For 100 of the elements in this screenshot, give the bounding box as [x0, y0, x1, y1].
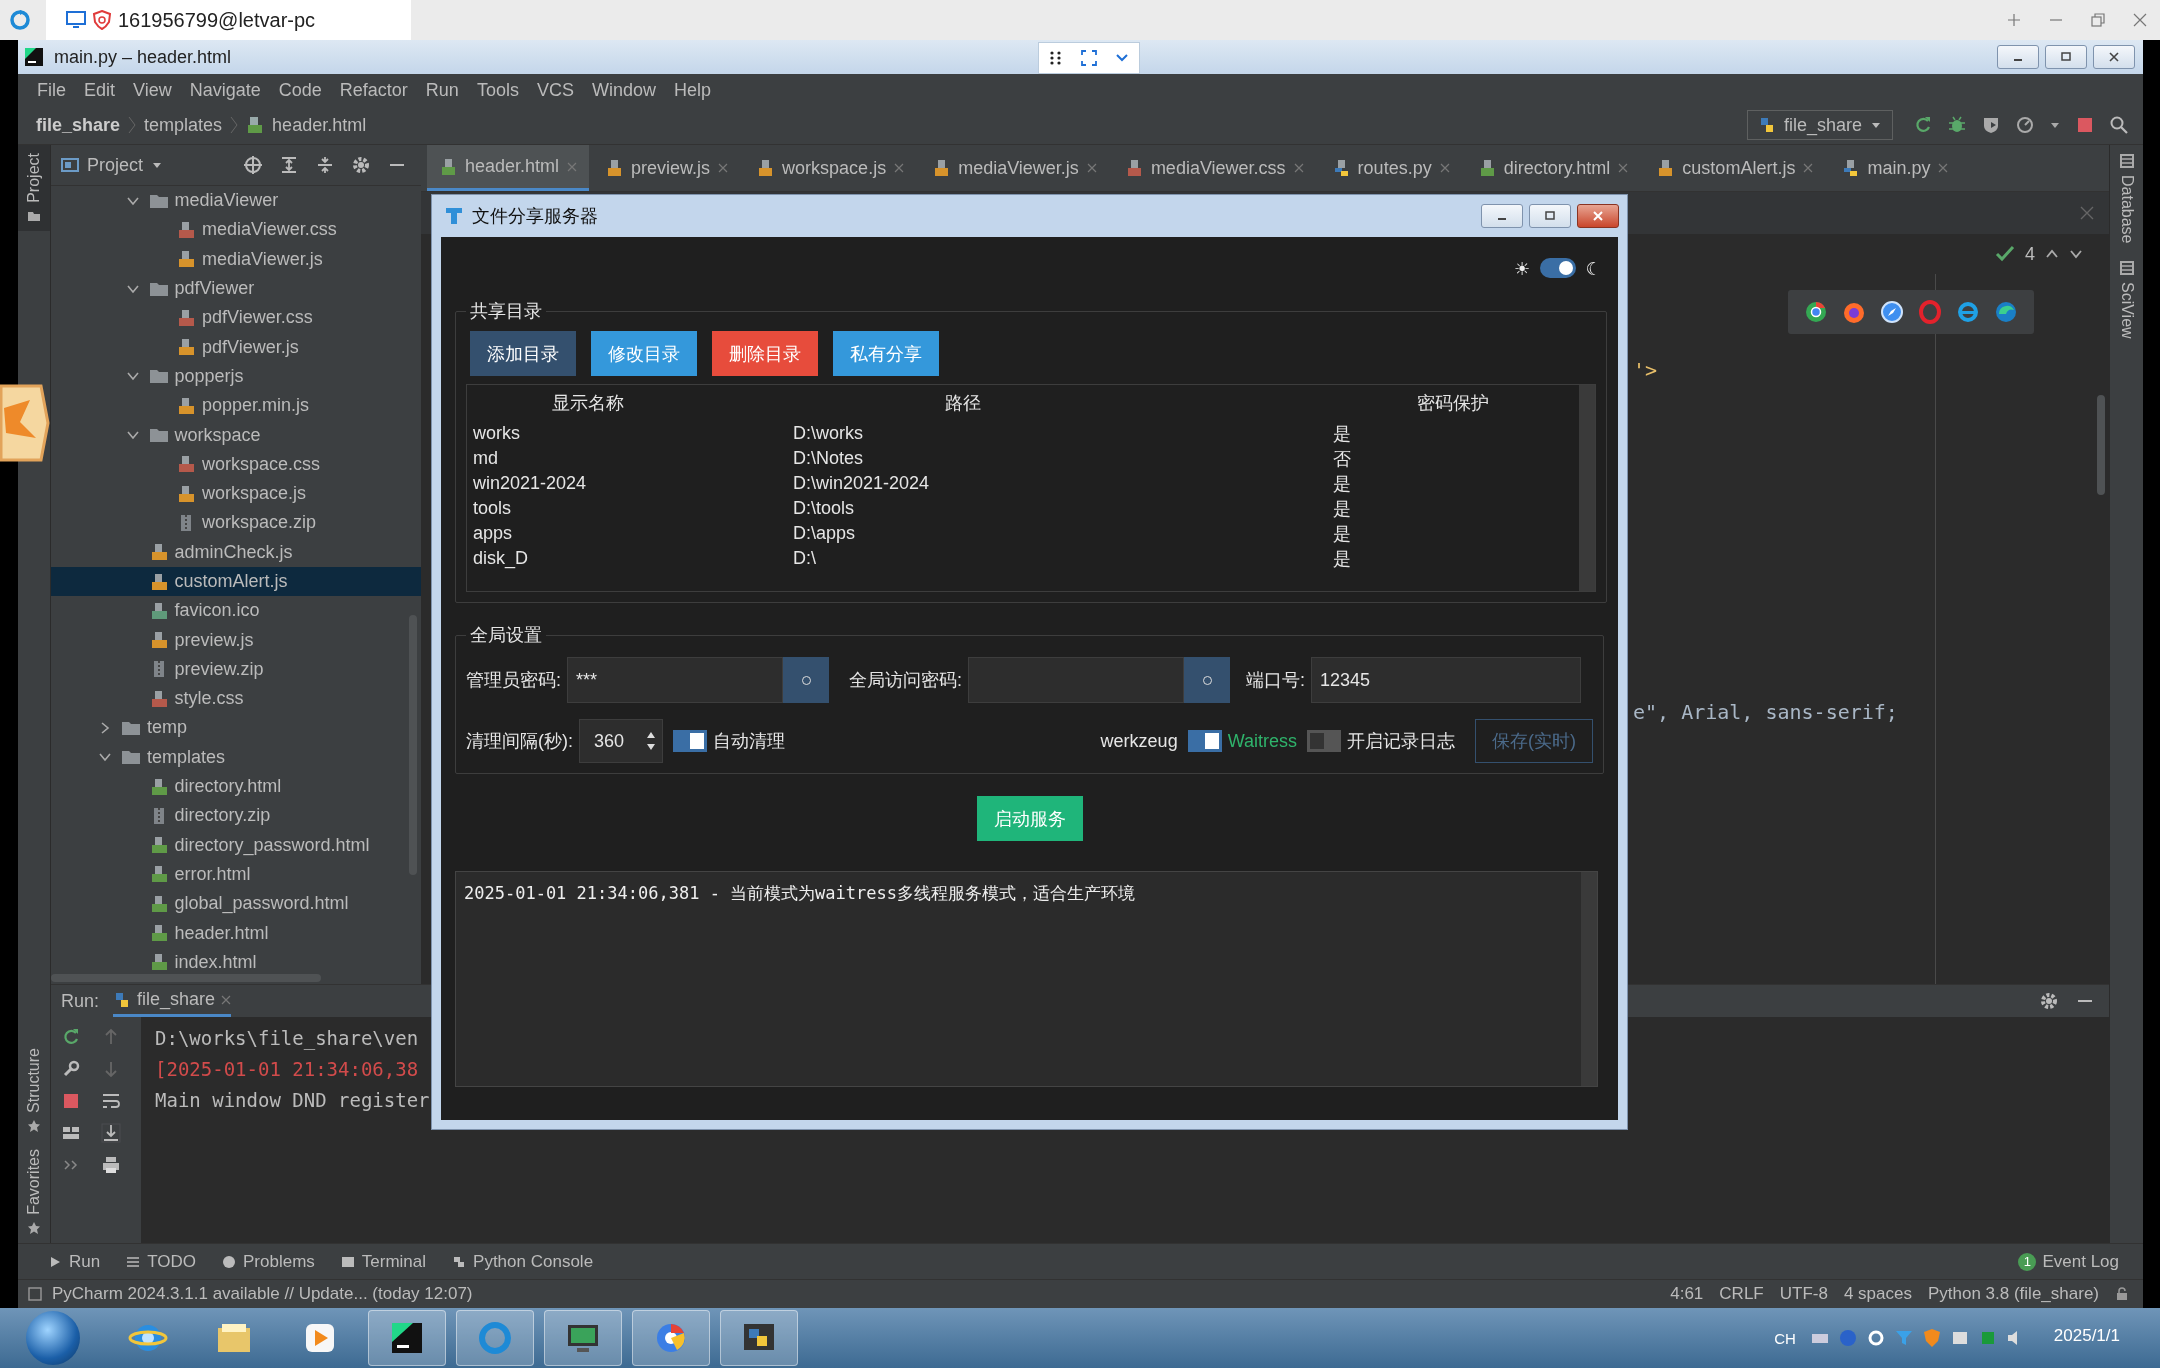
- tree-item[interactable]: workspace.css: [51, 449, 421, 479]
- editor-tab[interactable]: directory.html: [1465, 145, 1641, 191]
- theme-switch[interactable]: [1539, 258, 1576, 278]
- tree-item[interactable]: error.html: [51, 859, 421, 890]
- browser-taskbar-icon[interactable]: [632, 1310, 710, 1366]
- close-icon[interactable]: [1938, 163, 1949, 173]
- table-row[interactable]: works D:\works 是: [473, 421, 1573, 446]
- status-item[interactable]: Python 3.8 (file_share): [1927, 1284, 2099, 1304]
- action-button[interactable]: 删除目录: [712, 331, 818, 376]
- password-field[interactable]: ***: [567, 657, 783, 703]
- stop-icon[interactable]: [61, 1091, 81, 1111]
- show-password-button[interactable]: [1184, 657, 1231, 703]
- tree-item[interactable]: directory.zip: [51, 801, 421, 831]
- tree-item[interactable]: workspace: [51, 420, 421, 450]
- editor-tab[interactable]: mediaViewer.css: [1112, 145, 1316, 191]
- event-log-button[interactable]: Event Log: [2042, 1251, 2119, 1272]
- close-icon[interactable]: [2132, 12, 2148, 28]
- close-icon[interactable]: [1086, 163, 1097, 173]
- panel-title-dropdown[interactable]: Project: [61, 154, 164, 176]
- tool-window-button[interactable]: Terminal: [340, 1251, 427, 1272]
- fullscreen-icon[interactable]: [1081, 50, 1097, 66]
- scrollbar[interactable]: [51, 974, 321, 982]
- inspection-count[interactable]: 4: [2025, 243, 2035, 265]
- breadcrumb-item[interactable]: file_share: [36, 114, 121, 136]
- tool-window-tab[interactable]: Favorites: [18, 1141, 50, 1243]
- bug-icon[interactable]: [1947, 115, 1967, 135]
- tree-item[interactable]: pdfViewer: [51, 273, 421, 304]
- close-icon[interactable]: [1618, 163, 1629, 173]
- tree-item[interactable]: mediaViewer.js: [51, 244, 421, 274]
- crosshair-icon[interactable]: [243, 155, 263, 175]
- tree-item[interactable]: customAlert.js: [51, 566, 421, 597]
- clock-date[interactable]: 2025/1/1: [2053, 1326, 2120, 1346]
- tool-window-tab[interactable]: SciView: [2110, 251, 2143, 347]
- chevron-icon[interactable]: [126, 370, 139, 383]
- tool-window-button[interactable]: Run: [48, 1251, 101, 1272]
- tool-window-button[interactable]: Problems: [222, 1251, 315, 1272]
- close-icon[interactable]: [2079, 205, 2095, 221]
- editor-tab[interactable]: header.html: [427, 145, 590, 191]
- run-config-dropdown[interactable]: file_share: [1746, 110, 1893, 140]
- wrench-icon[interactable]: [61, 1059, 81, 1079]
- breadcrumb-item[interactable]: templates: [144, 114, 223, 136]
- minimize-button[interactable]: [1997, 45, 2039, 69]
- wrap-icon[interactable]: [101, 1091, 121, 1111]
- tree-item[interactable]: popperjs: [51, 361, 421, 392]
- browser-icon[interactable]: [1994, 300, 2018, 324]
- tree-item[interactable]: style.css: [51, 684, 421, 714]
- chevron-icon[interactable]: [99, 751, 111, 764]
- compass-icon[interactable]: [1880, 300, 1904, 324]
- tool-window-tab[interactable]: Structure: [18, 1040, 50, 1142]
- sync-icon[interactable]: [8, 8, 32, 32]
- tree-item[interactable]: directory.html: [51, 771, 421, 802]
- scroll-to-end-icon[interactable]: [101, 1123, 121, 1143]
- status-item[interactable]: UTF-8: [1779, 1284, 1828, 1304]
- editor-tab[interactable]: customAlert.js: [1644, 145, 1826, 191]
- menu-item[interactable]: Code: [269, 79, 331, 101]
- restore-icon[interactable]: [2090, 12, 2106, 28]
- editor-tab[interactable]: mediaViewer.js: [920, 145, 1109, 191]
- tree-item[interactable]: index.html: [51, 947, 421, 977]
- toggle-switch[interactable]: [673, 730, 707, 752]
- maximize-button[interactable]: [2045, 45, 2087, 69]
- tree-item[interactable]: mediaViewer: [51, 186, 421, 216]
- monitor-taskbar-icon[interactable]: [544, 1310, 622, 1366]
- chevron-icon[interactable]: [99, 722, 111, 734]
- start-button[interactable]: [26, 1311, 80, 1365]
- tree-item[interactable]: pdfViewer.js: [51, 332, 421, 362]
- menu-item[interactable]: Navigate: [180, 79, 270, 101]
- tree-item[interactable]: global_password.html: [51, 889, 421, 919]
- editor-tab[interactable]: preview.js: [593, 145, 741, 191]
- status-item[interactable]: 4:61: [1670, 1284, 1704, 1304]
- close-icon[interactable]: [1439, 163, 1450, 173]
- menu-item[interactable]: Help: [664, 79, 720, 101]
- search-icon[interactable]: [2109, 115, 2129, 135]
- profiler-icon[interactable]: [2015, 115, 2035, 135]
- scrollbar[interactable]: [2097, 395, 2105, 495]
- lock-icon[interactable]: [2115, 1287, 2129, 1301]
- editor-tab[interactable]: workspace.js: [744, 145, 917, 191]
- chevron-icon[interactable]: [126, 429, 139, 441]
- menu-item[interactable]: Refactor: [330, 79, 417, 101]
- tree-item[interactable]: popper.min.js: [51, 391, 421, 421]
- status-item[interactable]: 4 spaces: [1843, 1284, 1912, 1304]
- close-icon[interactable]: [718, 163, 729, 173]
- close-button[interactable]: [2093, 45, 2135, 69]
- settings-icon[interactable]: [2039, 991, 2059, 1011]
- column-header[interactable]: 路径: [793, 391, 1333, 415]
- table-row[interactable]: apps D:\apps 是: [473, 521, 1573, 546]
- input-language[interactable]: CH: [1774, 1329, 1796, 1347]
- scrollbar[interactable]: [1579, 385, 1595, 591]
- tree-item[interactable]: workspace.zip: [51, 508, 421, 538]
- tree-item[interactable]: header.html: [51, 918, 421, 948]
- tool-window-button[interactable]: TODO: [126, 1251, 196, 1272]
- action-button[interactable]: 私有分享: [833, 331, 939, 376]
- tree-item[interactable]: pdfViewer.css: [51, 303, 421, 333]
- layout-icon[interactable]: [28, 1287, 42, 1301]
- menu-item[interactable]: Edit: [75, 79, 125, 101]
- menu-item[interactable]: File: [28, 79, 75, 101]
- tree-item[interactable]: templates: [51, 742, 421, 772]
- settings-icon[interactable]: [351, 155, 371, 175]
- ide-taskbar-icon[interactable]: [368, 1310, 446, 1366]
- close-icon[interactable]: [894, 163, 905, 173]
- close-icon[interactable]: [1803, 163, 1814, 173]
